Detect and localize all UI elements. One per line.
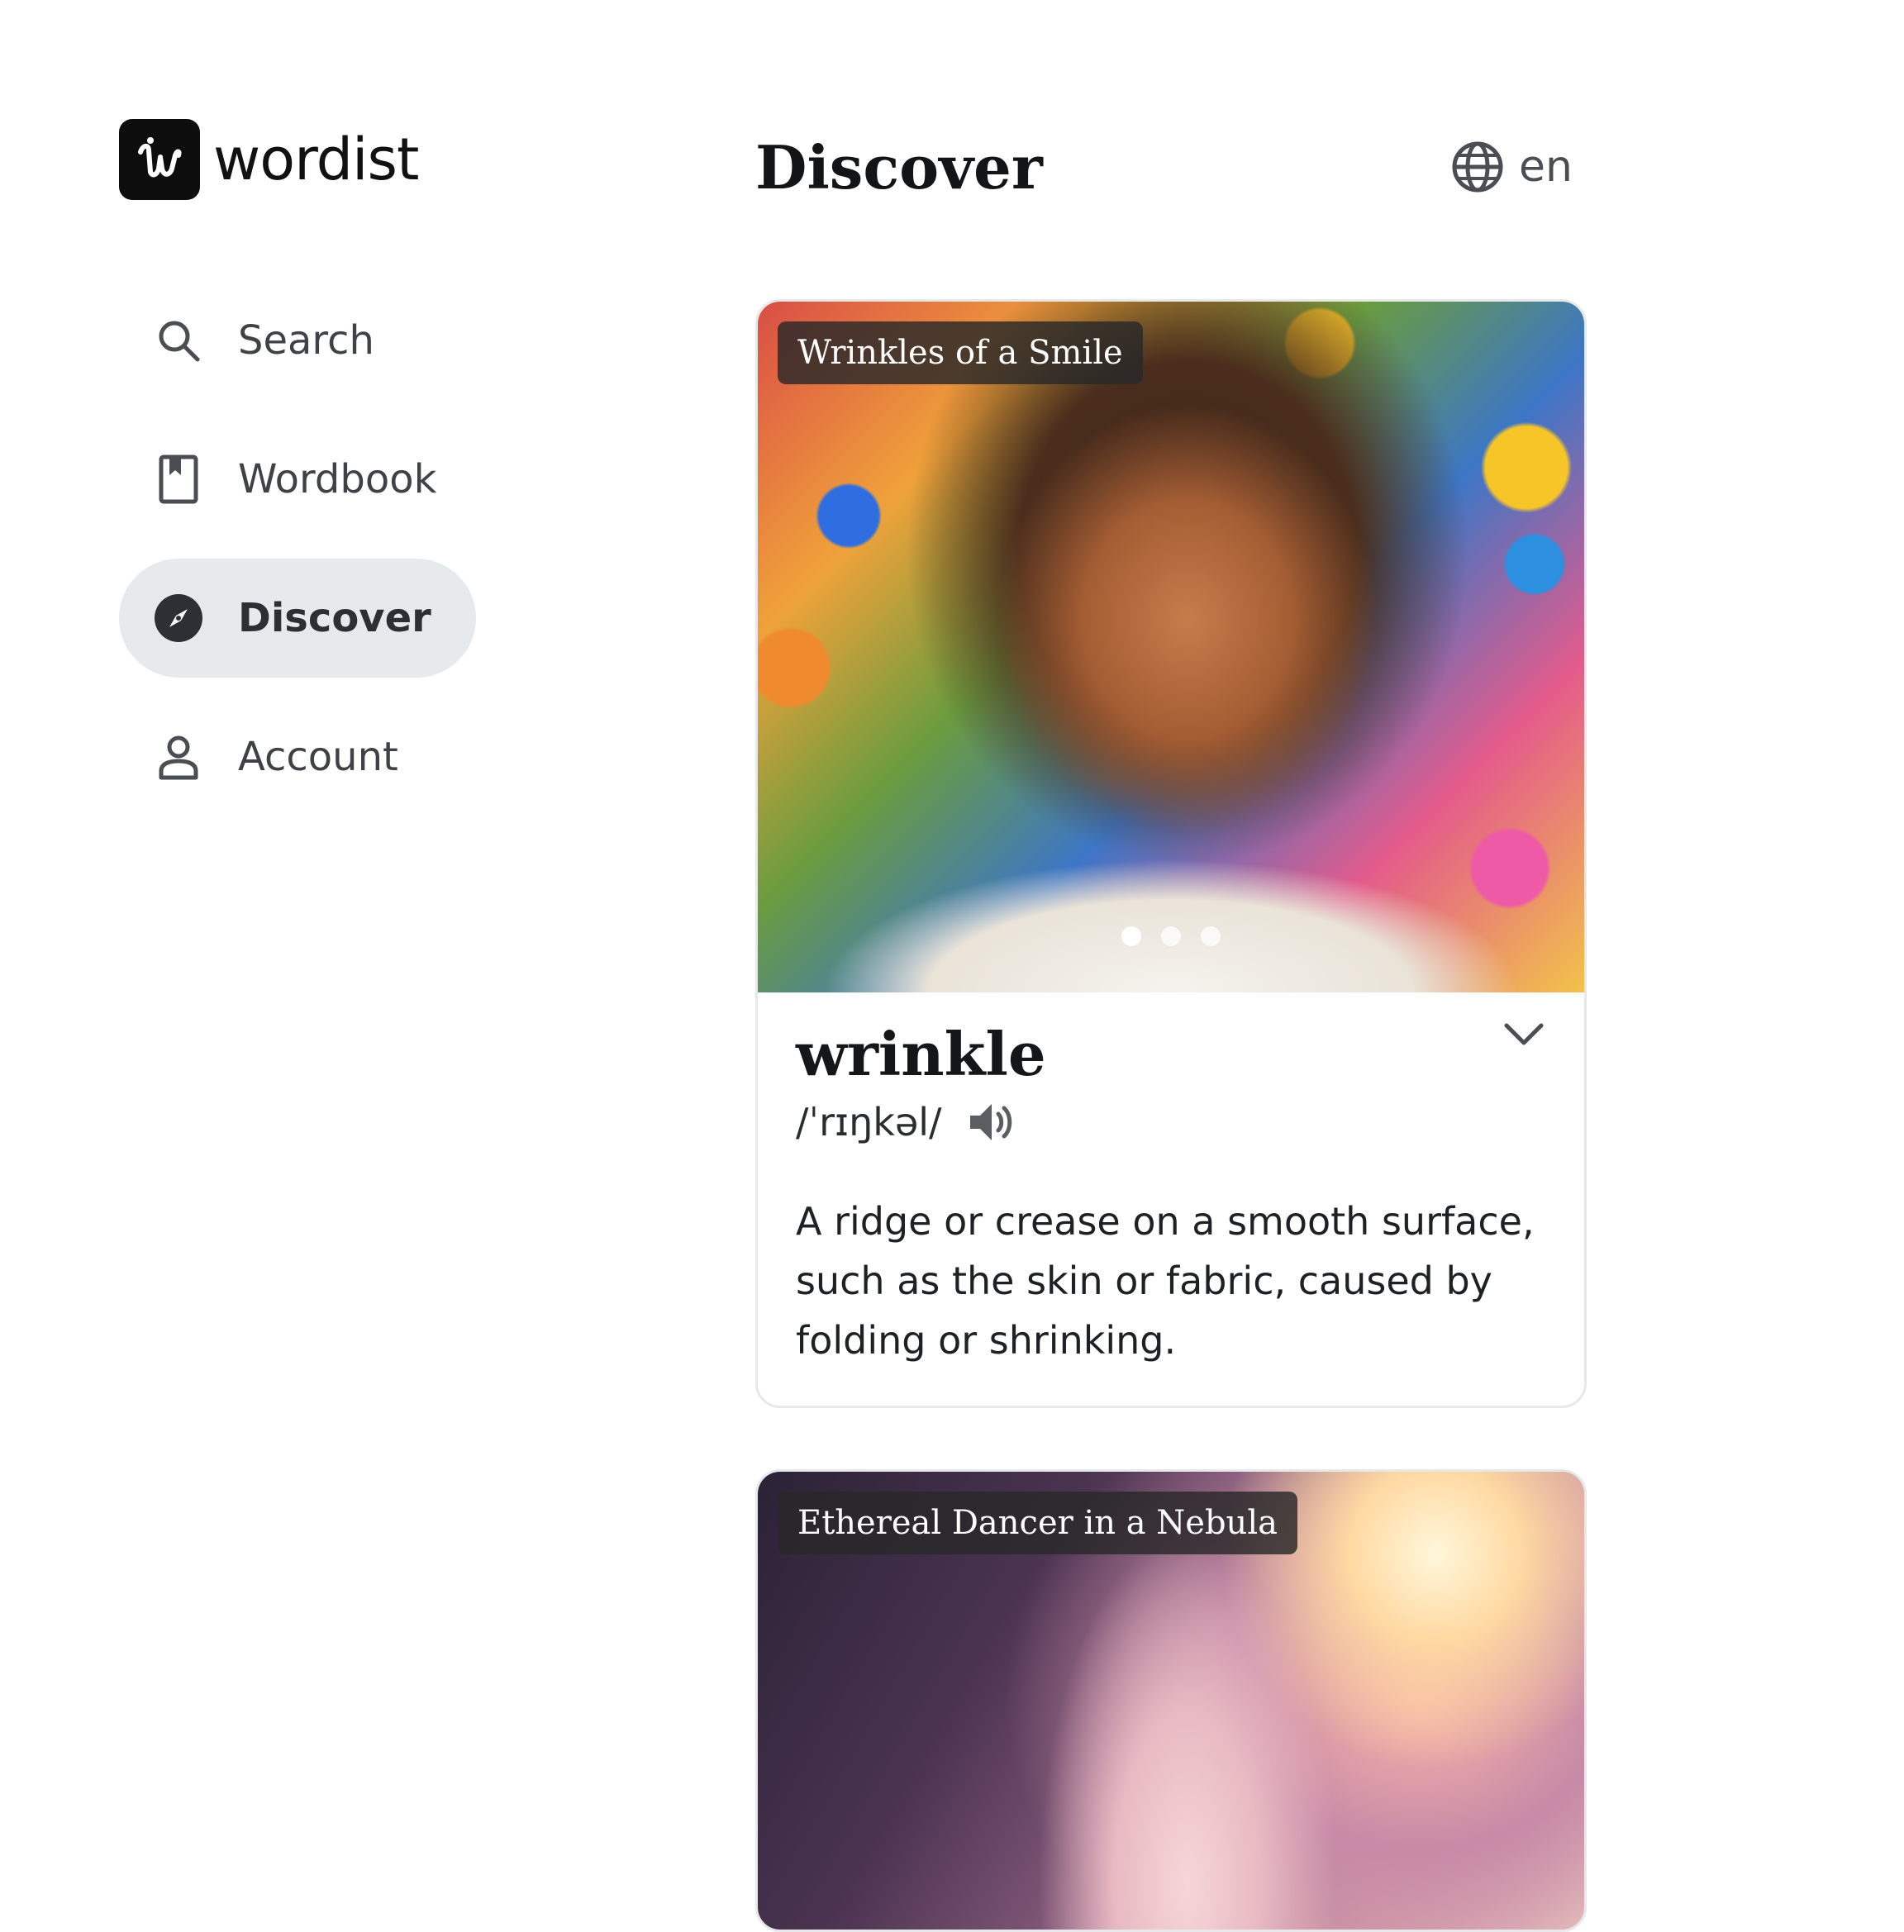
carousel-dot-1[interactable] — [1121, 926, 1141, 946]
chevron-down-icon[interactable] — [1503, 1022, 1545, 1050]
sidebar-item-discover[interactable]: Discover — [119, 559, 476, 678]
carousel-dot-2[interactable] — [1161, 926, 1181, 946]
card-image[interactable]: Ethereal Dancer in a Nebula — [758, 1472, 1584, 1930]
sidebar-item-account[interactable]: Account — [119, 697, 476, 816]
speaker-icon[interactable] — [967, 1099, 1016, 1145]
word-definition: A ridge or crease on a smooth surface, s… — [796, 1199, 1535, 1363]
word-card[interactable]: Wrinkles of a Smile wrinkle /ˈrɪŋkəl/ A … — [755, 299, 1587, 1408]
sidebar-item-label: Account — [238, 734, 398, 780]
page-title: Discover — [755, 132, 1043, 202]
image-title-badge: Wrinkles of a Smile — [778, 321, 1143, 384]
app-name: wordist — [213, 126, 419, 193]
sidebar-item-label: Wordbook — [238, 456, 437, 502]
search-icon — [152, 314, 205, 367]
globe-icon — [1451, 140, 1504, 193]
logo-mark-icon — [119, 119, 200, 200]
carousel-dots — [1121, 926, 1221, 946]
app-logo[interactable]: wordist — [119, 119, 419, 200]
sidebar-item-search[interactable]: Search — [119, 281, 476, 400]
word-heading: wrinkle — [796, 1019, 1046, 1089]
sidebar-item-wordbook[interactable]: Wordbook — [119, 420, 476, 539]
language-selector[interactable]: en — [1451, 140, 1573, 193]
compass-icon — [152, 592, 205, 645]
sidebar-nav: Search Wordbook Discover Account — [119, 281, 476, 836]
language-code: en — [1519, 142, 1573, 192]
card-body: wrinkle /ˈrɪŋkəl/ A ridge or crease on a… — [758, 992, 1584, 1370]
bookmark-book-icon — [152, 453, 205, 506]
pronunciation: /ˈrɪŋkəl/ — [796, 1100, 942, 1144]
sidebar-item-label: Discover — [238, 595, 431, 641]
card-image[interactable]: Wrinkles of a Smile — [758, 302, 1584, 992]
user-icon — [152, 730, 205, 783]
image-title-badge: Ethereal Dancer in a Nebula — [778, 1492, 1297, 1554]
word-card[interactable]: Ethereal Dancer in a Nebula — [755, 1469, 1587, 1932]
sidebar-item-label: Search — [238, 317, 374, 364]
carousel-dot-3[interactable] — [1201, 926, 1221, 946]
pronunciation-row: /ˈrɪŋkəl/ — [796, 1099, 1546, 1145]
